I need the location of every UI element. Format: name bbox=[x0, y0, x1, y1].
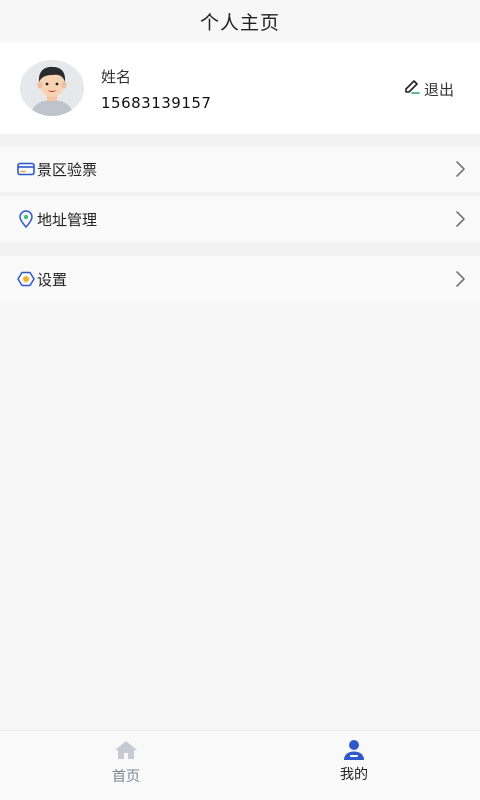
tab-home[interactable]: 首页 bbox=[6, 731, 246, 800]
chevron-right-icon bbox=[456, 161, 465, 177]
home-icon bbox=[115, 741, 137, 759]
bottom-tab-bar: 首页 我的 bbox=[0, 730, 480, 800]
logout-label: 退出 bbox=[424, 80, 455, 99]
menu-item-label: 地址管理 bbox=[37, 210, 98, 229]
chevron-right-icon bbox=[456, 211, 465, 227]
logout-button[interactable]: 退出 bbox=[403, 78, 454, 100]
avatar[interactable] bbox=[20, 60, 84, 116]
menu-item-label: 景区验票 bbox=[37, 160, 98, 179]
menu-item-settings[interactable]: 设置 bbox=[0, 256, 480, 302]
top-bar: 个人主页 bbox=[0, 0, 480, 42]
tab-mine[interactable]: 我的 bbox=[234, 731, 474, 800]
section-divider bbox=[0, 242, 480, 256]
menu-item-label: 设置 bbox=[37, 270, 68, 289]
user-name: 姓名 bbox=[101, 68, 132, 86]
page-title: 个人主页 bbox=[199, 11, 280, 34]
ticket-card-icon bbox=[17, 160, 35, 178]
user-icon bbox=[344, 740, 364, 760]
tab-label: 首页 bbox=[112, 769, 140, 785]
settings-hexagon-icon bbox=[17, 270, 35, 288]
edit-pencil-icon bbox=[403, 78, 421, 100]
avatar-illustration bbox=[20, 60, 84, 116]
menu-item-ticket-check[interactable]: 景区验票 bbox=[0, 146, 480, 192]
user-phone: 15683139157 bbox=[101, 94, 212, 112]
location-pin-icon bbox=[17, 210, 35, 228]
section-divider bbox=[0, 134, 480, 146]
tab-label: 我的 bbox=[340, 767, 368, 783]
menu-item-address[interactable]: 地址管理 bbox=[0, 196, 480, 242]
chevron-right-icon bbox=[456, 271, 465, 287]
profile-card: 姓名 15683139157 退出 bbox=[0, 42, 480, 134]
